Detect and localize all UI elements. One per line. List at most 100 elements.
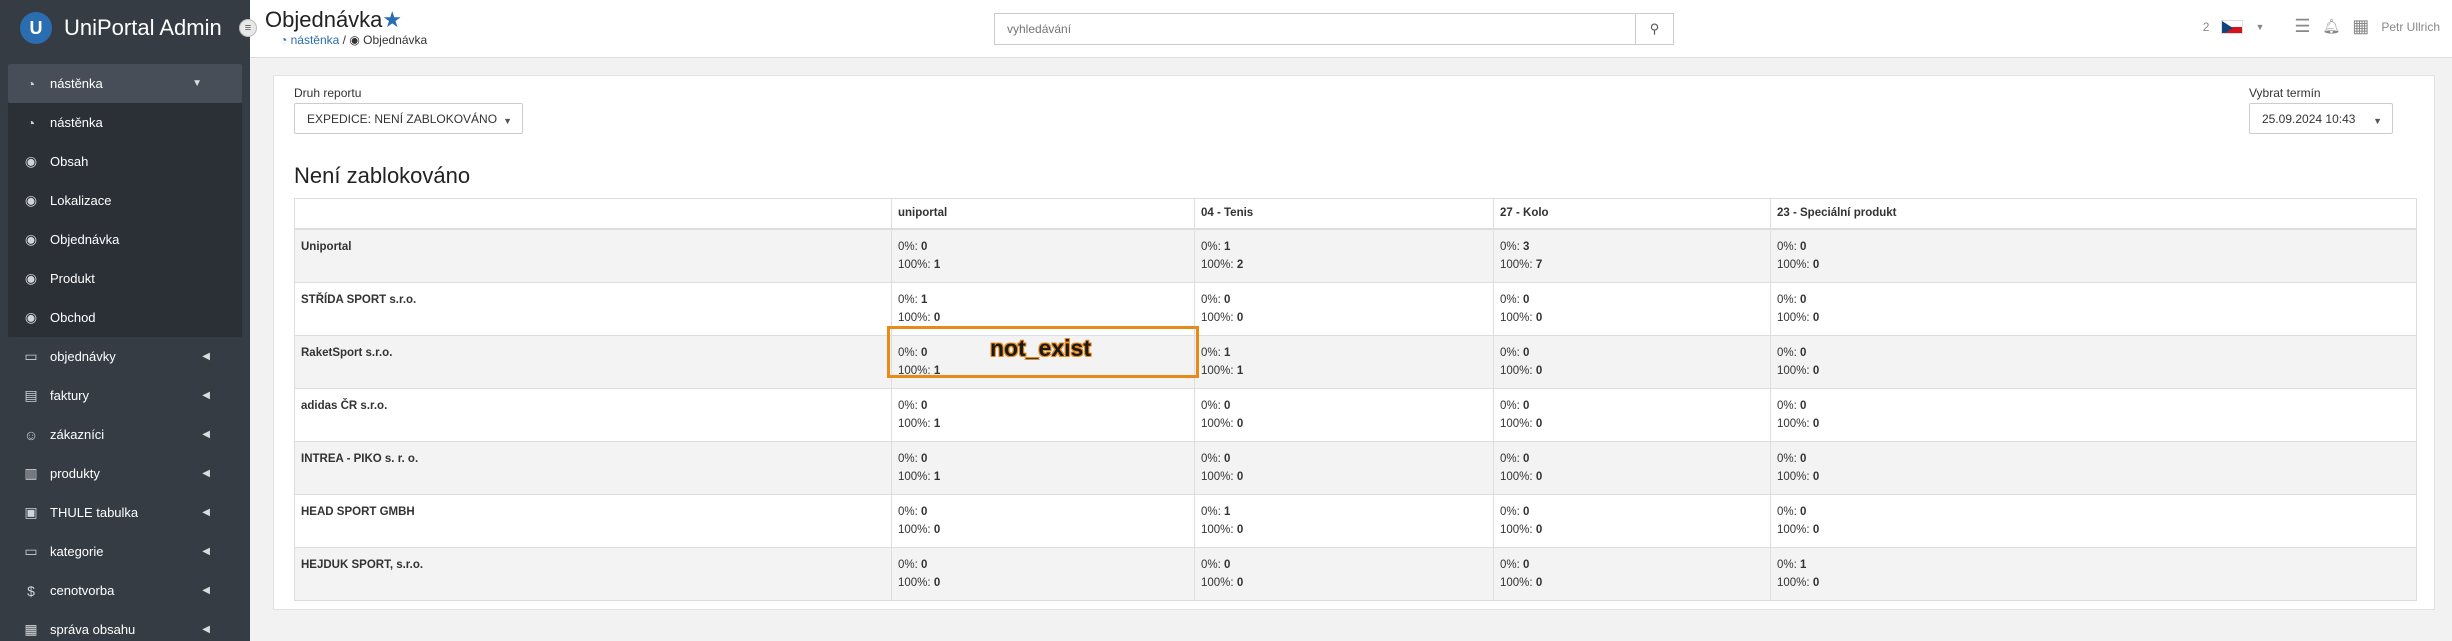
- user-name[interactable]: Petr Ullrich: [2381, 20, 2440, 34]
- chevron-left-icon: ◀: [202, 351, 210, 362]
- value-line-100: 100%: 7: [1500, 256, 1764, 274]
- value-line-100: 100%: 1: [1201, 362, 1487, 380]
- table-row: adidas ČR s.r.o. 0%: 0 100%: 1 0%: 0 100%: 0…: [294, 387, 2417, 442]
- table-header-row: uniportal 04 - Tenis 27 - Kolo 23 - Spec…: [294, 198, 2417, 230]
- column-header: uniportal: [891, 198, 1195, 230]
- sidebar-item-dashboard[interactable]: ◔ nástěnka: [8, 103, 242, 142]
- prefix-100: 100%:: [1201, 523, 1237, 536]
- sidebar-item-invoices[interactable]: ▤ faktury ◀: [0, 376, 250, 415]
- sidebar-item-product[interactable]: ◉ Produkt: [8, 259, 242, 298]
- value-100: 0: [1236, 311, 1244, 324]
- sidebar-item-order[interactable]: ◉ Objednávka: [8, 220, 242, 259]
- value-0: 0: [921, 452, 928, 465]
- value-line-100: 100%: 0: [898, 309, 1188, 327]
- value-line-0: 0%: 0: [898, 503, 1188, 521]
- chevron-down-icon[interactable]: ▼: [2255, 22, 2264, 32]
- prefix-100: 100%:: [1777, 417, 1813, 430]
- sidebar-item-content-management[interactable]: ▦ správa obsahu ◀: [0, 610, 250, 641]
- value-line-0: 0%: 0: [1777, 503, 2410, 521]
- prefix-100: 100%:: [1777, 311, 1813, 324]
- date-select[interactable]: 25.09.2024 10:43 ▼: [2249, 103, 2393, 134]
- value-0: 0: [1800, 452, 1807, 465]
- value-line-100: 100%: 0: [1777, 362, 2410, 380]
- prefix-0: 0%:: [898, 399, 922, 412]
- search-input[interactable]: [995, 14, 1635, 44]
- breadcrumb: ◔ nástěnka / ◉ Objednávka: [280, 33, 427, 47]
- value-line-0: 0%: 0: [898, 556, 1188, 574]
- grid-icon[interactable]: ▦: [2352, 16, 2369, 37]
- value-0: 1: [1224, 505, 1231, 518]
- value-0: 0: [1523, 452, 1530, 465]
- value-line-100: 100%: 0: [1777, 521, 2410, 539]
- sidebar-item-categories[interactable]: ▭ kategorie ◀: [0, 532, 250, 571]
- value-100: 0: [1535, 417, 1543, 430]
- value-line-100: 100%: 2: [1201, 256, 1487, 274]
- list-icon[interactable]: ☰: [2294, 16, 2310, 37]
- value-0: 0: [1800, 293, 1807, 306]
- table-cell: 0%: 0 100%: 0: [1770, 281, 2417, 336]
- prefix-0: 0%:: [1777, 293, 1801, 306]
- sidebar-item-content[interactable]: ◉ Obsah: [8, 142, 242, 181]
- sidebar-item-shop[interactable]: ◉ Obchod: [8, 298, 242, 337]
- brand[interactable]: U UniPortal Admin: [0, 0, 250, 56]
- star-icon[interactable]: ★: [382, 7, 402, 32]
- value-line-100: 100%: 0: [1500, 362, 1764, 380]
- search-button[interactable]: ⚲: [1635, 14, 1673, 44]
- sidebar-item-products[interactable]: ▥ produkty ◀: [0, 454, 250, 493]
- chevron-left-icon: ◀: [202, 585, 210, 596]
- breadcrumb-home[interactable]: ◔ nástěnka: [280, 33, 339, 47]
- top-right-tools: 2 ▼ ☰ 🔔︎ ▦ Petr Ullrich: [2203, 16, 2440, 37]
- report-type-select[interactable]: EXPEDICE: NENÍ ZABLOKOVÁNO ▼: [294, 103, 523, 134]
- circle-icon: ◉: [24, 309, 38, 325]
- sidebar-item-dashboard-group[interactable]: ◔ nástěnka ▼: [8, 64, 242, 103]
- caret-down-icon: ▼: [503, 116, 512, 126]
- value-0: 0: [1224, 452, 1231, 465]
- report-panel: Druh reportu EXPEDICE: NENÍ ZABLOKOVÁNO …: [273, 75, 2435, 610]
- prefix-100: 100%:: [1500, 576, 1536, 589]
- prefix-0: 0%:: [898, 293, 922, 306]
- sidebar-collapse-button[interactable]: ≡: [239, 19, 257, 37]
- sidebar-item-label: THULE tabulka: [50, 505, 139, 520]
- table-cell: 0%: 1 100%: 0: [1194, 493, 1494, 548]
- sidebar: U UniPortal Admin ◔ nástěnka ▼ ◔ nástěnk…: [0, 0, 250, 641]
- sidebar-item-customers[interactable]: ☺ zákazníci ◀: [0, 415, 250, 454]
- czech-flag-icon[interactable]: [2221, 19, 2244, 34]
- table-cell: 0%: 0 100%: 0: [891, 546, 1195, 601]
- value-0: 1: [921, 293, 928, 306]
- value-line-0: 0%: 0: [898, 450, 1188, 468]
- bell-icon[interactable]: 🔔︎: [2323, 18, 2341, 35]
- value-100: 0: [1236, 417, 1244, 430]
- table-cell: 0%: 0 100%: 0: [1770, 228, 2417, 283]
- row-company-name: RaketSport s.r.o.: [294, 334, 892, 389]
- value-100: 1: [1236, 364, 1244, 377]
- table-row: HEJDUK SPORT, s.r.o. 0%: 0 100%: 0 0%: 0 100…: [294, 546, 2417, 601]
- value-line-0: 0%: 3: [1500, 238, 1764, 256]
- search-icon: ⚲: [1649, 21, 1660, 36]
- sidebar-item-localization[interactable]: ◉ Lokalizace: [8, 181, 242, 220]
- value-line-0: 0%: 0: [1500, 397, 1764, 415]
- value-line-0: 0%: 1: [1777, 556, 2410, 574]
- prefix-0: 0%:: [1777, 505, 1801, 518]
- app-title: UniPortal Admin: [64, 15, 222, 40]
- value-100: 7: [1535, 258, 1543, 271]
- chevron-left-icon: ◀: [202, 468, 210, 479]
- date-label: Vybrat termín: [2249, 86, 2321, 100]
- table-cell: 0%: 0 100%: 0: [1770, 334, 2417, 389]
- sidebar-item-orders[interactable]: ▭ objednávky ◀: [0, 337, 250, 376]
- value-100: 0: [1812, 523, 1820, 536]
- table-cell: 0%: 0 100%: 0: [1194, 281, 1494, 336]
- report-type-value: EXPEDICE: NENÍ ZABLOKOVÁNO: [307, 111, 498, 126]
- prefix-100: 100%:: [1500, 258, 1536, 271]
- sidebar-item-label: Objednávka: [50, 232, 120, 247]
- circle-icon: ◉: [349, 33, 360, 47]
- prefix-100: 100%:: [898, 417, 934, 430]
- value-100: 0: [1812, 364, 1820, 377]
- sidebar-item-thule[interactable]: ▣ THULE tabulka ◀: [0, 493, 250, 532]
- row-company-name: HEAD SPORT GMBH: [294, 493, 892, 548]
- value-line-0: 0%: 0: [1500, 503, 1764, 521]
- row-company-name: Uniportal: [294, 228, 892, 283]
- prefix-100: 100%:: [1500, 417, 1536, 430]
- value-line-100: 100%: 0: [1777, 468, 2410, 486]
- sidebar-item-pricing[interactable]: $ cenotvorba ◀: [0, 571, 250, 610]
- prefix-100: 100%:: [1777, 470, 1813, 483]
